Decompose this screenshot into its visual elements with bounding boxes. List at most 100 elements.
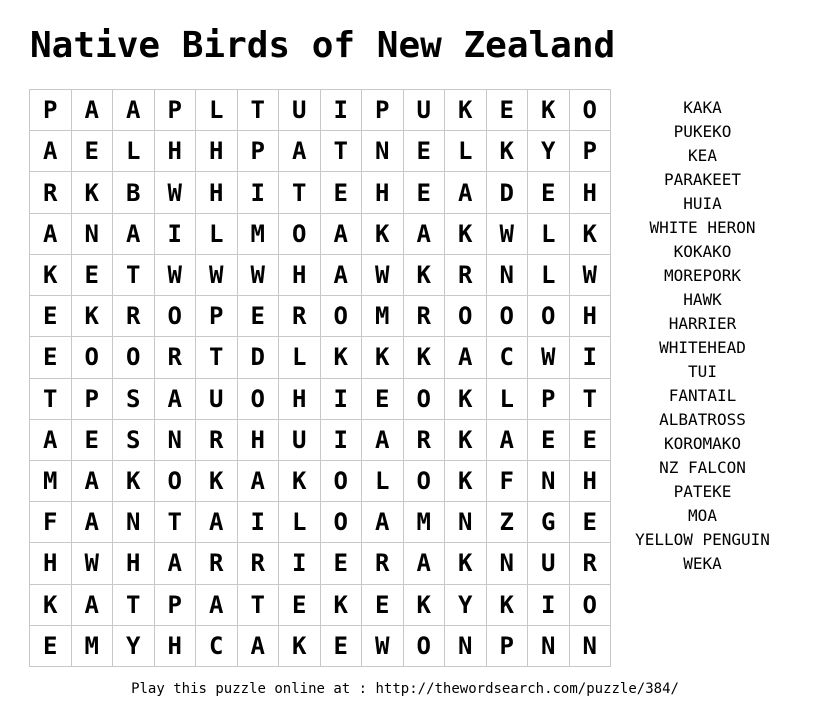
grid-cell[interactable]: A <box>71 584 113 626</box>
grid-cell[interactable]: R <box>113 296 155 338</box>
grid-cell[interactable]: W <box>154 254 196 297</box>
grid-cell[interactable]: A <box>30 213 72 255</box>
grid-cell[interactable]: A <box>362 419 404 461</box>
grid-cell[interactable]: N <box>569 625 611 667</box>
grid-cell[interactable]: P <box>362 90 404 132</box>
grid-cell[interactable]: I <box>320 90 362 132</box>
grid-cell[interactable]: M <box>71 625 113 667</box>
grid-cell[interactable]: N <box>486 254 528 297</box>
grid-cell[interactable]: W <box>154 172 196 214</box>
grid-cell[interactable]: M <box>362 296 404 338</box>
grid-cell[interactable]: A <box>30 131 72 173</box>
grid-cell[interactable]: H <box>30 543 72 585</box>
grid-cell[interactable]: W <box>237 254 279 297</box>
grid-cell[interactable]: L <box>196 90 238 132</box>
grid-cell[interactable]: A <box>71 502 113 544</box>
grid-cell[interactable]: K <box>445 543 487 585</box>
grid-cell[interactable]: E <box>30 337 72 379</box>
grid-cell[interactable]: R <box>445 254 487 297</box>
grid-cell[interactable]: H <box>569 172 611 214</box>
grid-cell[interactable]: R <box>237 543 279 585</box>
grid-cell[interactable]: H <box>362 172 404 214</box>
grid-cell[interactable]: S <box>113 419 155 461</box>
grid-cell[interactable]: K <box>445 460 487 503</box>
grid-cell[interactable]: N <box>445 502 487 544</box>
grid-cell[interactable]: W <box>71 543 113 585</box>
grid-cell[interactable]: W <box>528 337 570 379</box>
grid-cell[interactable]: L <box>528 213 570 255</box>
grid-cell[interactable]: I <box>237 172 279 214</box>
grid-cell[interactable]: L <box>279 502 321 544</box>
grid-cell[interactable]: A <box>71 460 113 503</box>
grid-cell[interactable]: T <box>279 172 321 214</box>
grid-cell[interactable]: O <box>279 213 321 255</box>
grid-cell[interactable]: K <box>362 337 404 379</box>
grid-cell[interactable]: U <box>279 90 321 132</box>
grid-cell[interactable]: D <box>237 337 279 379</box>
grid-cell[interactable]: T <box>196 337 238 379</box>
grid-cell[interactable]: N <box>528 625 570 667</box>
grid-cell[interactable]: E <box>71 131 113 173</box>
grid-cell[interactable]: A <box>154 543 196 585</box>
grid-cell[interactable]: E <box>30 625 72 667</box>
grid-cell[interactable]: H <box>237 419 279 461</box>
grid-cell[interactable]: U <box>528 543 570 585</box>
grid-cell[interactable]: O <box>113 337 155 379</box>
grid-cell[interactable]: L <box>362 460 404 503</box>
grid-cell[interactable]: A <box>486 419 528 461</box>
grid-cell[interactable]: H <box>113 543 155 585</box>
grid-cell[interactable]: R <box>196 543 238 585</box>
grid-cell[interactable]: R <box>362 543 404 585</box>
grid-cell[interactable]: T <box>320 131 362 173</box>
grid-cell[interactable]: H <box>196 131 238 173</box>
grid-cell[interactable]: O <box>403 378 445 420</box>
grid-cell[interactable]: B <box>113 172 155 214</box>
grid-cell[interactable]: T <box>154 502 196 544</box>
grid-cell[interactable]: A <box>71 90 113 132</box>
grid-cell[interactable]: O <box>486 296 528 338</box>
grid-cell[interactable]: P <box>154 584 196 626</box>
grid-cell[interactable]: K <box>71 296 113 338</box>
grid-cell[interactable]: N <box>528 460 570 503</box>
grid-cell[interactable]: Y <box>528 131 570 173</box>
grid-cell[interactable]: U <box>196 378 238 420</box>
grid-cell[interactable]: E <box>30 296 72 338</box>
grid-cell[interactable]: K <box>279 460 321 503</box>
grid-cell[interactable]: I <box>154 213 196 255</box>
grid-cell[interactable]: O <box>237 378 279 420</box>
grid-cell[interactable]: S <box>113 378 155 420</box>
grid-cell[interactable]: H <box>154 625 196 667</box>
grid-cell[interactable]: E <box>403 131 445 173</box>
grid-cell[interactable]: T <box>30 378 72 420</box>
grid-cell[interactable]: U <box>279 419 321 461</box>
grid-cell[interactable]: H <box>279 254 321 297</box>
grid-cell[interactable]: A <box>237 460 279 503</box>
grid-cell[interactable]: E <box>403 172 445 214</box>
grid-cell[interactable]: F <box>486 460 528 503</box>
grid-cell[interactable]: C <box>196 625 238 667</box>
grid-cell[interactable]: P <box>569 131 611 173</box>
grid-cell[interactable]: K <box>445 213 487 255</box>
grid-cell[interactable]: A <box>403 213 445 255</box>
grid-cell[interactable]: N <box>71 213 113 255</box>
grid-cell[interactable]: E <box>486 90 528 132</box>
grid-cell[interactable]: I <box>320 419 362 461</box>
grid-cell[interactable]: R <box>196 419 238 461</box>
grid-cell[interactable]: A <box>196 584 238 626</box>
grid-cell[interactable]: K <box>445 90 487 132</box>
grid-cell[interactable]: O <box>154 460 196 503</box>
grid-cell[interactable]: A <box>362 502 404 544</box>
grid-cell[interactable]: L <box>196 213 238 255</box>
grid-cell[interactable]: A <box>154 378 196 420</box>
grid-cell[interactable]: T <box>237 584 279 626</box>
grid-cell[interactable]: A <box>445 337 487 379</box>
grid-cell[interactable]: K <box>528 90 570 132</box>
grid-cell[interactable]: P <box>528 378 570 420</box>
grid-cell[interactable]: A <box>113 90 155 132</box>
grid-cell[interactable]: W <box>362 254 404 297</box>
grid-cell[interactable]: A <box>403 543 445 585</box>
grid-cell[interactable]: Y <box>113 625 155 667</box>
grid-cell[interactable]: H <box>279 378 321 420</box>
grid-cell[interactable]: C <box>486 337 528 379</box>
grid-cell[interactable]: A <box>279 131 321 173</box>
